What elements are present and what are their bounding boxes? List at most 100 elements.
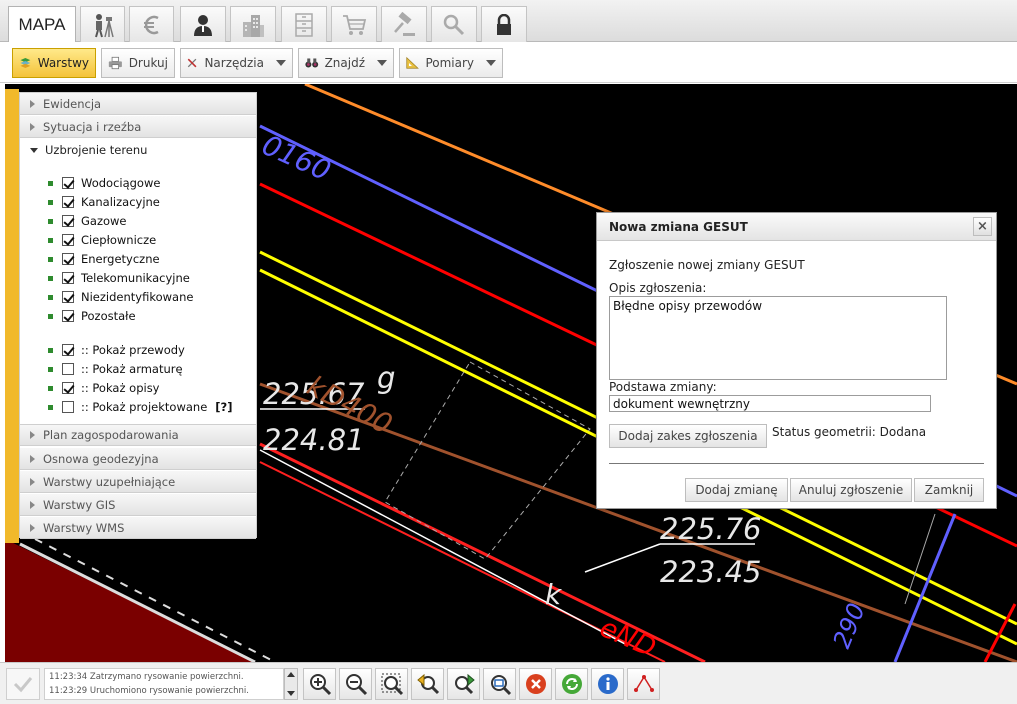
zoom-previous-button[interactable] [411, 668, 444, 700]
close-icon: × [977, 219, 988, 234]
cancel-request-label: Anuluj zgłoszenie [798, 483, 904, 497]
zoom-extent-button[interactable] [375, 668, 408, 700]
find-dropdown-label: Znajdź [324, 56, 365, 70]
measure-dropdown[interactable]: Pomiary [399, 48, 503, 78]
top-tab-bar: MAPA [0, 0, 1017, 43]
option-checkbox[interactable] [62, 382, 74, 394]
option-checkbox[interactable] [62, 344, 74, 356]
geometry-status: Status geometrii: Dodana [772, 425, 927, 439]
layer-item[interactable]: Ciepłownicze [48, 232, 156, 248]
layer-option[interactable]: :: Pokaż projektowane [?] [48, 399, 232, 415]
layer-item[interactable]: Niezidentyfikowane [48, 289, 193, 305]
layer-section-wms[interactable]: Warstwy WMS [20, 517, 256, 539]
layer-item[interactable]: Energetyczne [48, 251, 160, 267]
tab-building[interactable] [230, 6, 276, 42]
add-extent-button[interactable]: Dodaj zakes zgłoszenia [609, 424, 767, 448]
tools-dropdown[interactable]: Narzędzia [180, 48, 293, 78]
refresh-button[interactable] [555, 668, 588, 700]
layer-section-label: Plan zagospodarowania [43, 428, 179, 442]
zoom-out-button[interactable] [339, 668, 372, 700]
layer-option[interactable]: :: Pokaż opisy [48, 380, 160, 396]
layer-section-label: Warstwy GIS [43, 497, 116, 512]
layer-section-ewidencja[interactable]: Ewidencja [20, 93, 256, 115]
scroll-arrows-icon [287, 672, 295, 696]
tab-lock[interactable] [481, 6, 527, 42]
tab-legal[interactable] [381, 6, 427, 42]
info-button[interactable] [591, 668, 624, 700]
layer-section-gis[interactable]: Warstwy GIS [20, 494, 256, 516]
confirm-button[interactable] [6, 668, 40, 700]
vertex-edit-icon [633, 675, 654, 692]
tab-user[interactable] [180, 6, 226, 42]
layer-section-osnowa[interactable]: Osnowa geodezyjna [20, 448, 256, 470]
find-dropdown[interactable]: Znajdź [298, 48, 394, 78]
add-change-button[interactable]: Dodaj zmianę [685, 478, 788, 502]
close-button[interactable]: × [973, 217, 992, 236]
chevron-down-icon [276, 60, 286, 66]
layer-checkbox[interactable] [62, 196, 74, 208]
chevron-right-icon [30, 500, 35, 509]
layer-item[interactable]: Kanalizacyjne [48, 194, 160, 210]
bullet-icon [48, 385, 53, 391]
log-scrollbar[interactable] [284, 668, 298, 700]
add-change-label: Dodaj zmianę [695, 483, 778, 497]
tab-search[interactable] [431, 6, 477, 42]
layer-checkbox[interactable] [62, 310, 74, 322]
tab-finance[interactable] [129, 6, 174, 42]
layers-button[interactable]: Warstwy [12, 48, 96, 78]
layer-option-label: :: Pokaż przewody [81, 343, 185, 357]
vertex-edit-button[interactable] [627, 668, 660, 700]
layer-checkbox[interactable] [62, 215, 74, 227]
layer-checkbox[interactable] [62, 253, 74, 265]
layer-section-plan[interactable]: Plan zagospodarowania [20, 424, 256, 446]
help-link[interactable]: [?] [215, 400, 232, 414]
layer-section-label: Warstwy WMS [43, 520, 125, 535]
zoom-out-icon [345, 674, 367, 696]
layer-checkbox[interactable] [62, 177, 74, 189]
cancel-icon [525, 674, 546, 694]
layer-item[interactable]: Wodociągowe [48, 175, 160, 191]
layer-option[interactable]: :: Pokaż przewody [48, 342, 185, 358]
cancel-button[interactable] [519, 668, 552, 700]
layer-section-uzbrojenie[interactable]: Uzbrojenie terenu [20, 139, 256, 161]
zoom-window-button[interactable] [483, 668, 516, 700]
layer-checkbox[interactable] [62, 234, 74, 246]
layer-checkbox[interactable] [62, 291, 74, 303]
chevron-right-icon [30, 454, 35, 463]
description-textarea[interactable]: Błędne opisy przewodów [609, 296, 947, 380]
red-utility-line [983, 603, 1017, 662]
layers-icon [20, 58, 31, 68]
tab-surveyor[interactable] [80, 6, 125, 42]
bullet-icon [48, 237, 53, 243]
bullet-icon [48, 218, 53, 224]
layer-section-uzupelniajace[interactable]: Warstwy uzupełniające [20, 471, 256, 493]
selection-polygon [384, 361, 591, 560]
zoom-in-button[interactable] [303, 668, 336, 700]
layer-item[interactable]: Pozostałe [48, 308, 136, 324]
layer-checkbox[interactable] [62, 272, 74, 284]
bullet-icon [48, 404, 53, 410]
layer-section-label: Sytuacja i rzeźba [43, 119, 142, 134]
status-log: 11:23:34 Zatrzymano rysowanie powierzchn… [44, 668, 284, 700]
layer-item[interactable]: Telekomunikacyjne [48, 270, 190, 286]
dialog-title-bar[interactable]: Nowa zmiana GESUT [597, 213, 996, 241]
layer-section-sytuacja[interactable]: Sytuacja i rzeźba [20, 116, 256, 138]
close-dialog-label: Zamknij [924, 483, 974, 497]
cancel-request-button[interactable]: Anuluj zgłoszenie [790, 478, 912, 502]
grey-line [904, 513, 936, 605]
basis-input[interactable] [609, 395, 931, 412]
zoom-next-button[interactable] [447, 668, 480, 700]
layer-option[interactable]: :: Pokaż armaturę [48, 361, 183, 377]
close-dialog-button[interactable]: Zamknij [914, 478, 984, 502]
chevron-right-icon [30, 477, 35, 486]
print-button[interactable]: Drukuj [101, 48, 175, 78]
option-checkbox[interactable] [62, 401, 74, 413]
layer-item[interactable]: Gazowe [48, 213, 127, 229]
tab-archive[interactable] [281, 6, 327, 42]
chevron-down-icon [30, 147, 38, 153]
bullet-icon [48, 294, 53, 300]
tab-shop[interactable] [331, 6, 377, 42]
option-checkbox[interactable] [62, 363, 74, 375]
tab-mapa[interactable]: MAPA [8, 6, 76, 43]
chevron-down-icon [377, 60, 387, 66]
